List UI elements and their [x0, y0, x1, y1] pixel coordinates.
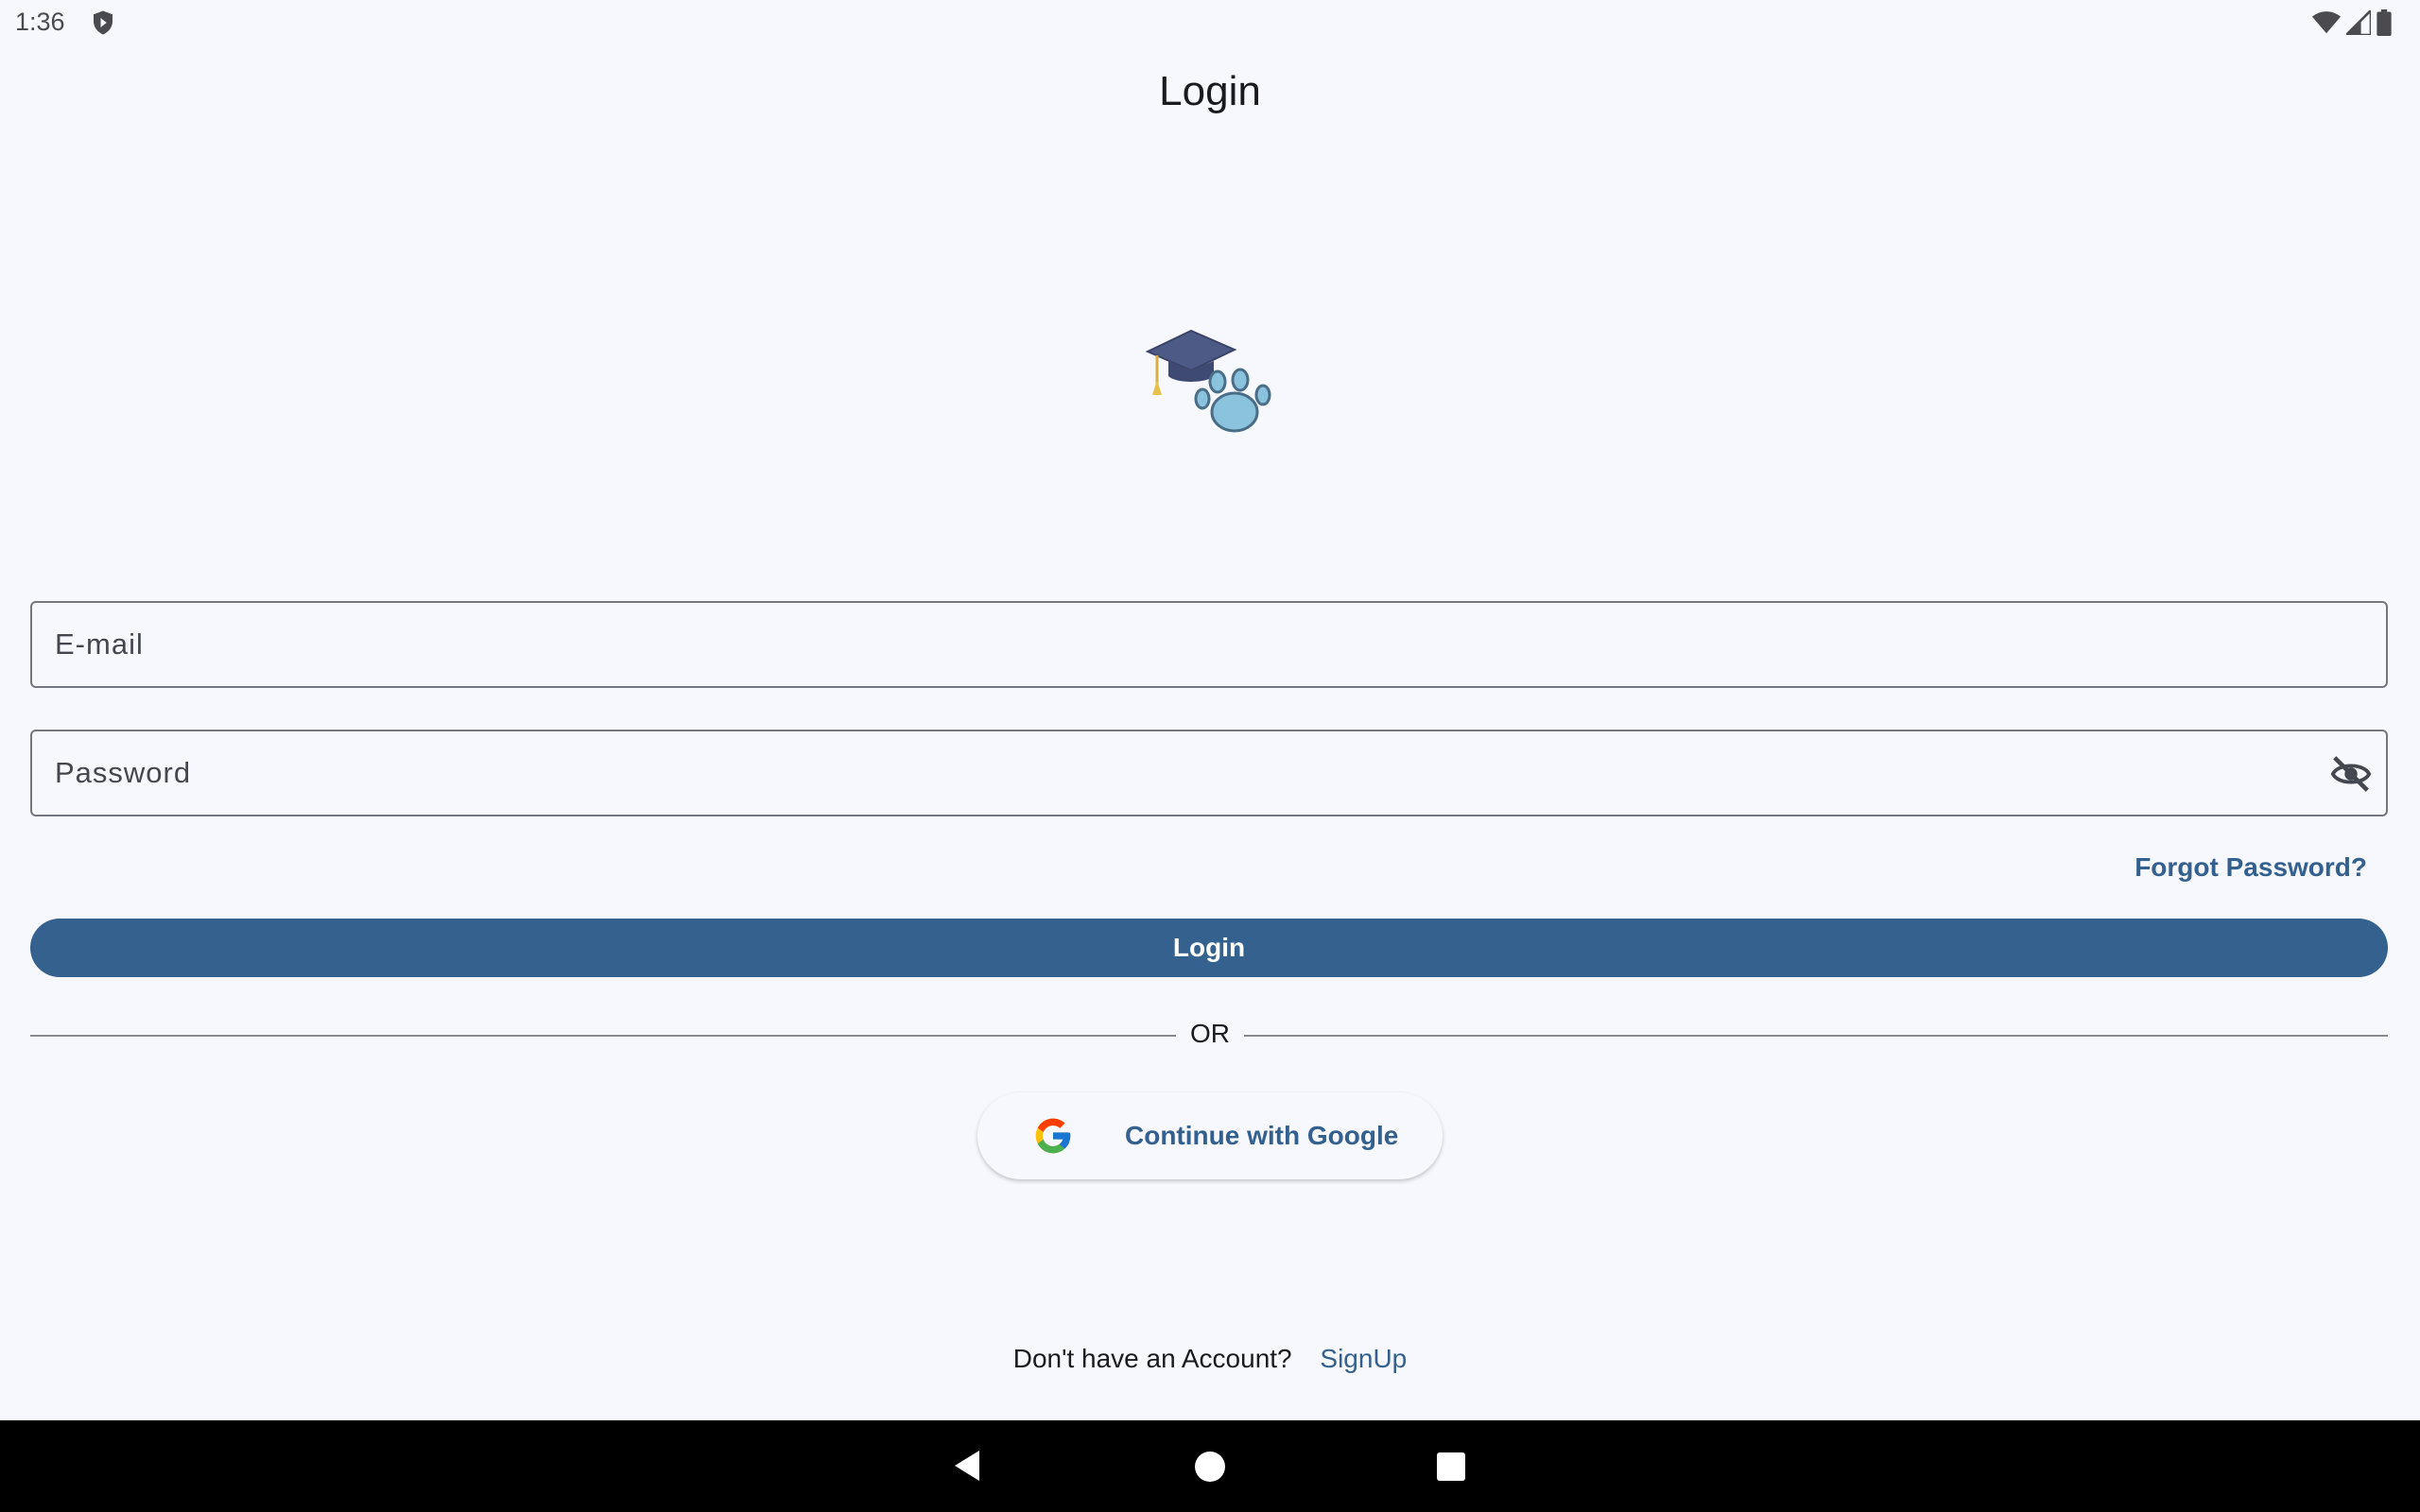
divider-left: [30, 1035, 1176, 1037]
shield-icon: [94, 10, 112, 35]
back-icon[interactable]: [949, 1447, 987, 1485]
email-field[interactable]: E-mail: [30, 601, 2388, 688]
graduation-cap-paw-logo: [1145, 329, 1271, 433]
password-placeholder: Password: [55, 756, 192, 789]
login-button[interactable]: Login: [30, 919, 2388, 977]
google-button-label: Continue with Google: [1125, 1121, 1399, 1150]
or-divider-text: OR: [1190, 1019, 1230, 1048]
page-title: Login: [1159, 68, 1261, 114]
divider-right: [1244, 1035, 2388, 1037]
recents-icon[interactable]: [1437, 1452, 1465, 1481]
battery-icon: [2377, 9, 2392, 36]
continue-with-google-button[interactable]: Continue with Google: [977, 1092, 1443, 1179]
password-field[interactable]: Password: [30, 730, 2388, 816]
wifi-icon: [2312, 11, 2341, 34]
login-screen: 1:36 Login E-mail Password Forgot Passwo…: [0, 0, 2420, 1512]
visibility-off-icon[interactable]: [2329, 752, 2373, 796]
email-placeholder: E-mail: [55, 627, 144, 661]
navigation-bar: [0, 1420, 2420, 1512]
home-icon[interactable]: [1195, 1452, 1225, 1482]
signup-prompt: Don't have an Account?: [1012, 1344, 1292, 1373]
google-icon: [1035, 1118, 1071, 1154]
status-time: 1:36: [15, 8, 65, 36]
status-icons: [2312, 9, 2392, 36]
forgot-password-link[interactable]: Forgot Password?: [2135, 852, 2367, 883]
status-bar: 1:36: [0, 0, 2420, 47]
signup-row: Don't have an Account? SignUp: [0, 1344, 2420, 1374]
cellular-signal-icon: [2346, 10, 2371, 35]
signup-link[interactable]: SignUp: [1320, 1344, 1407, 1373]
